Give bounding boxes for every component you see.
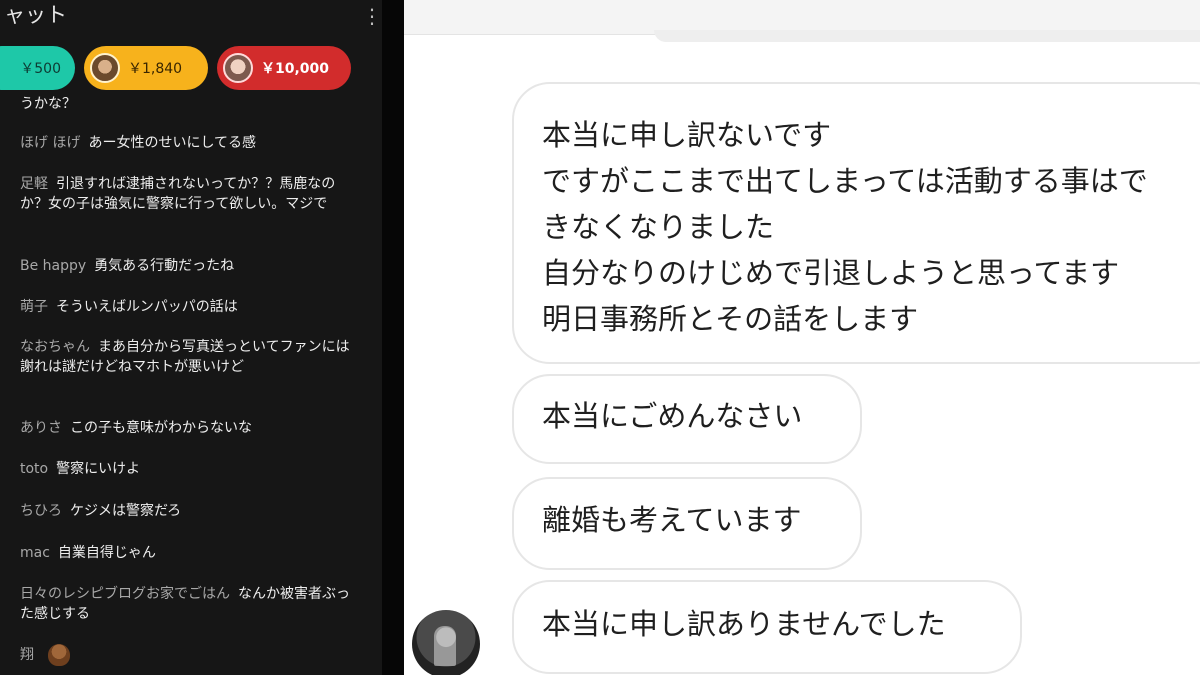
message-author: Be happy [20,258,87,274]
message-author: 日々のレシピブログお家でごはん [20,586,230,602]
message-text: 勇気ある行動だったね [94,258,235,274]
message-text: この子も意味がわからないな [70,420,252,436]
chat-message: 日々のレシピブログお家でごはん なんか被害者ぶった感じする [20,584,360,624]
superchat-chip[interactable]: ￥1,840 [84,46,208,90]
bubble-line: 本当に申し訳ないです [542,118,832,152]
chat-message: ありさ この子も意味がわからないな [20,418,360,438]
message-text: 引退すれば逮捕されないってか？？馬鹿なのか？女の子は強気に警察に行って欲しい。マ… [20,176,336,212]
superchat-amount: ￥10,000 [261,61,330,77]
superchat-chip[interactable]: ￥500 [0,46,75,90]
message-author: ほげ ほげ [20,135,81,151]
bubble-line: 明日事務所とその話をします [542,302,919,336]
message-text: そういえばルンパッパの話は [56,299,238,315]
bubble-text: 本当にごめんなさい [542,399,803,433]
chat-message: toto 警察にいけよ [20,459,360,479]
message-author: ちひろ [20,503,62,519]
message-screenshot: 本当に申し訳ないです ですがここまで出てしまっては活動する事はで きなくなりまし… [404,0,1200,675]
superchat-chip[interactable]: ￥10,000 [217,46,351,90]
message-author: ありさ [20,420,62,436]
chat-header-title: ャット [4,3,67,27]
vertical-dots-icon[interactable]: ⋮ [362,2,382,32]
chat-message: Be happy 勇気ある行動だったね [20,256,360,276]
message-author: toto [20,461,49,477]
message-bubble: 本当に申し訳ないです ですがここまで出てしまっては活動する事はで きなくなりまし… [512,82,1200,364]
avatar [90,53,120,83]
message-text: うかな？ [20,96,76,112]
message-bubble: 本当にごめんなさい [512,374,862,464]
chat-message: ほげ ほげ あー女性のせいにしてる感 [20,133,360,153]
superchat-ticker: ￥500 ￥1,840 ￥10,000 [0,46,382,92]
message-author: 萌子 [20,299,48,315]
bubble-line: ですがここまで出てしまっては活動する事はで [542,164,1148,198]
message-bubble: 本当に申し訳ありませんでした [512,580,1022,674]
message-author: mac [20,545,50,561]
screenshot-top-bar [404,0,1200,42]
chat-message: 萌子 そういえばルンパッパの話は [20,297,360,317]
message-author: 翔 [20,647,34,663]
message-text: 自業自得じゃん [57,545,156,561]
superchat-amount: ￥500 [20,61,61,77]
avatar[interactable] [412,610,480,675]
chat-message: 足軽 引退すれば逮捕されないってか？？馬鹿なのか？女の子は強気に警察に行って欲しい… [20,174,360,214]
message-text: ケジメは警察だろ [70,503,182,519]
live-chat-panel: ャット ⋮ ￥500 ￥1,840 ￥10,000 うかな？ ほげ ほげ あー女性… [0,0,382,675]
message-text: あー女性のせいにしてる感 [88,135,257,151]
top-bar-tab [654,30,1200,42]
chat-message: ちひろ ケジメは警察だろ [20,501,360,521]
message-author: 足軽 [20,176,48,192]
bubble-line: きなくなりました [542,210,775,244]
bubble-text: 離婚も考えています [542,503,802,537]
message-bubble: 離婚も考えています [512,477,862,570]
bubble-line: 自分なりのけじめで引退しようと思ってます [542,256,1120,290]
superchat-amount: ￥1,840 [128,61,183,77]
chat-message: なおちゃん まあ自分から写真送っといてファンには謝れは謎だけどねマホトが悪いけど [20,337,360,377]
chat-message: mac 自業自得じゃん [20,543,360,563]
avatar [223,53,253,83]
bubble-text: 本当に申し訳ありませんでした [542,607,946,641]
chat-message: うかな？ [20,94,360,114]
message-author: なおちゃん [20,339,90,355]
poop-emoji-icon [48,644,70,666]
message-text: 警察にいけよ [56,461,141,477]
chat-message: 翔 [20,644,360,666]
